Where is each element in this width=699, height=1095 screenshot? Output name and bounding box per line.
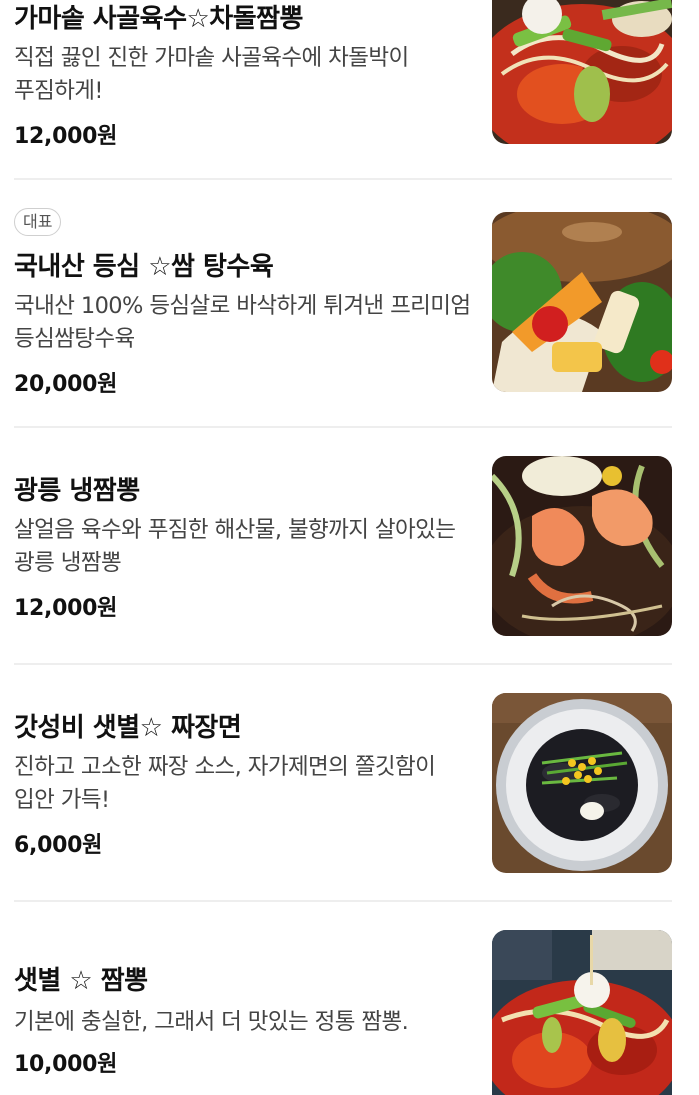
menu-item-title: 광릉 냉짬뽕 bbox=[14, 476, 140, 506]
menu-item-price: 20,000원 bbox=[14, 372, 118, 397]
menu-item-photo[interactable] bbox=[492, 693, 672, 873]
menu-item-price: 12,000원 bbox=[14, 596, 118, 621]
menu-item-title: 샛별 ☆ 짬뽕 bbox=[14, 966, 148, 996]
divider bbox=[14, 900, 672, 902]
menu-item-description: 살얼음 육수와 푸짐한 해산물, 불향까지 살아있는 광릉 냉짬뽕 bbox=[14, 517, 456, 576]
menu-item-photo[interactable] bbox=[492, 930, 672, 1095]
menu-item-description: 진하고 고소한 짜장 소스, 자가제면의 쫄깃함이 입안 가득! bbox=[14, 754, 436, 813]
signature-badge: 대표 bbox=[14, 208, 62, 236]
menu-item-photo[interactable] bbox=[492, 0, 672, 144]
menu-item-description: 직접 끓인 진한 가마솥 사골육수에 차돌박이 푸짐하게! bbox=[14, 45, 409, 104]
menu-item-title: 가마솥 사골육수☆차돌짬뽕 bbox=[14, 4, 303, 34]
menu-item-description: 기본에 충실한, 그래서 더 맛있는 정통 짬뽕. bbox=[14, 1009, 409, 1035]
menu-item-photo[interactable] bbox=[492, 212, 672, 392]
divider bbox=[14, 178, 672, 180]
menu-item-photo[interactable] bbox=[492, 456, 672, 636]
menu-item-price: 10,000원 bbox=[14, 1052, 118, 1077]
divider bbox=[14, 663, 672, 665]
divider bbox=[14, 426, 672, 428]
menu-item-title: 국내산 등심 ☆쌈 탕수육 bbox=[14, 252, 274, 282]
menu-item-price: 12,000원 bbox=[14, 124, 118, 149]
menu-item-description: 국내산 100% 등심살로 바삭하게 튀겨낸 프리미엄 등심쌈탕수육 bbox=[14, 293, 471, 352]
menu-item-title: 갓성비 샛별☆ 짜장면 bbox=[14, 713, 242, 743]
menu-item-price: 6,000원 bbox=[14, 833, 103, 858]
